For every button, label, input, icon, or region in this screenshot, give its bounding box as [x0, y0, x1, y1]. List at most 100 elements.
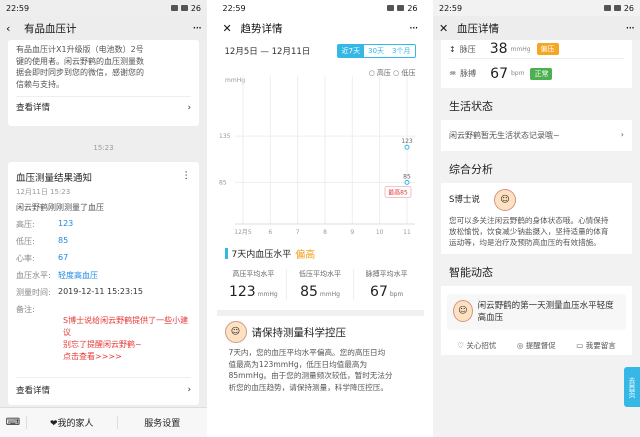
wifi-icon — [180, 5, 188, 11]
life-title: 生活状态 — [449, 100, 493, 113]
y-tick-label: 85 — [219, 179, 227, 186]
intro-line: 信赖与支持。 — [16, 79, 64, 89]
life-card[interactable]: 闲云野鹤暂无生活状态记录哦~ › — [441, 120, 632, 151]
status-badge: 偏压 — [536, 43, 559, 55]
home-tab[interactable]: 去首页 — [624, 367, 640, 407]
menu-family[interactable]: ❤我的家人 — [26, 416, 117, 429]
notice-date: 12月11日 15:23 — [16, 188, 71, 196]
dynamic-card: ☺ 闲云野鹤的第一天测量血压水平轻度高血压 ♡ 关心招忧 ◎ 提醒督促 ▭ 我要… — [441, 286, 632, 355]
message-button[interactable]: ▭ 我要留言 — [576, 340, 615, 351]
chevron-right-icon: › — [187, 103, 191, 113]
x-tick-label: 9 — [350, 229, 354, 236]
field-row: 血压水平: 轻度高血压 — [16, 271, 98, 280]
phone-detail: 22:59 26 ✕ 血压详情 ··· ↕ 脉压 38 mmHg 偏压 ♒ 脉搏… — [433, 0, 640, 437]
view-detail-link[interactable]: 查看详情 › — [16, 377, 191, 396]
advice-title: 请保持测量科学控压 — [251, 326, 347, 339]
signal-icon — [170, 5, 178, 11]
analysis-title: 综合分析 — [449, 163, 493, 176]
chat-title: 有品血压计 — [24, 22, 77, 35]
detail-header: ✕ 血压详情 ··· — [433, 16, 640, 40]
section-title: 7天内血压水平 — [231, 250, 292, 260]
avg-high: 高压平均水平 123 mmHg — [228, 270, 278, 300]
signal-icon — [603, 5, 611, 11]
y-unit-label: mmHg — [225, 77, 245, 84]
averages: 高压平均水平 123 mmHg 低压平均水平 85 mmHg 脉搏平均水平 67 bpm — [217, 267, 424, 302]
intro-line: 有品血压计X1升级版（电池数）2号 — [16, 45, 144, 54]
chat-header: ‹ 有品血压计 ··· — [0, 16, 207, 40]
detail-title: 血压详情 — [457, 22, 499, 35]
remark-text[interactable]: S博士说给闲云野鹤提供了一些小建 议 别忘了提醒闲云野鹤~ 点击查看>>>> — [63, 315, 191, 363]
doctor-avatar: ☺ — [224, 321, 247, 343]
max-tooltip-label: 最高85 — [388, 188, 408, 196]
wifi-icon — [397, 5, 405, 11]
notice-card: 血压测量结果通知 ⋮ 12月11日 15:23 闲云野鹤刚刚测量了血压 高压: 12… — [8, 162, 199, 405]
status-bar: 22:59 26 — [433, 0, 640, 16]
battery-level: 26 — [407, 3, 418, 13]
more-icon[interactable]: ··· — [409, 21, 419, 35]
more-icon[interactable]: ··· — [193, 21, 203, 35]
level-label: 偏高 — [295, 250, 316, 261]
heartbeat-icon: ♒ — [449, 69, 457, 78]
care-button[interactable]: ♡ 关心招忧 — [457, 340, 496, 351]
dynamic-text: 闲云野鹤的第一天测量血压水平轻度高血压 — [477, 301, 614, 323]
x-tick-label: 11 — [403, 229, 411, 236]
time-divider: 15:23 — [93, 144, 114, 152]
x-tick-label: 8 — [323, 229, 327, 236]
chevron-right-icon: › — [620, 130, 624, 139]
metric-row: ♒ 脉搏 67 bpm 正常 — [449, 58, 624, 88]
more-icon[interactable]: ··· — [626, 21, 636, 35]
tab-3months[interactable]: 3个月 — [388, 45, 414, 57]
intro-line: 键的使用者。闲云野鹤的血压测量数 — [16, 56, 144, 66]
trend-title: 趋势详情 — [240, 22, 283, 35]
date-range: 12月5日 — 12月11日 — [224, 47, 311, 57]
field-row: 低压: 85 — [16, 236, 69, 246]
phone-trend: 22:59 26 ✕ 趋势详情 ··· 12月5日 — 12月11日 近7天 3… — [216, 0, 424, 437]
x-tick-label: 12月5 — [234, 229, 252, 236]
close-icon[interactable]: ✕ — [439, 22, 453, 35]
x-tick-label: 10 — [375, 229, 383, 236]
chart-legend: ○ 高压 ○ 低压 — [369, 68, 416, 78]
expert-card: S博士说 ☺ 您可以多关注闲云野鹤的身体状态哦。心情保持 放松愉悦，饮食减少钠盐摄… — [441, 183, 632, 254]
trend-chart: mmHg 12月5 6 7 8 9 10 11 85 135 123 85 最高85 ○ 高压 ○ 低压 — [217, 62, 424, 240]
range-tabs: 近7天 30天 3个月 — [336, 44, 416, 58]
menu-service[interactable]: 服务设置 — [116, 416, 208, 429]
signal-icon — [387, 5, 395, 11]
status-time: 22:59 — [439, 3, 463, 13]
expert-name: S博士说 — [449, 194, 480, 205]
data-label: 123 — [401, 138, 413, 145]
trend-header: ✕ 趋势详情 ··· — [216, 16, 424, 40]
x-tick-label: 7 — [295, 229, 299, 236]
battery-level: 26 — [623, 3, 634, 13]
status-time: 22:59 — [6, 3, 30, 13]
close-icon[interactable]: ✕ — [223, 22, 237, 35]
data-point — [404, 144, 409, 150]
back-icon[interactable]: ‹ — [6, 22, 20, 35]
remind-button[interactable]: ◎ 提醒督促 — [517, 340, 556, 351]
tab-30days[interactable]: 30天 — [364, 45, 388, 57]
intro-line: 据会即时同步到您的微信，感谢您的 — [16, 68, 144, 77]
more-vertical-icon[interactable]: ⋮ — [182, 170, 192, 184]
status-time: 22:59 — [222, 3, 246, 13]
field-row: 备注: — [16, 305, 35, 314]
field-row: 测量时间: 2019-12-11 15:23:15 — [16, 287, 143, 297]
y-tick-label: 135 — [219, 133, 231, 140]
bottom-menu: ⌨ ❤我的家人 服务设置 — [0, 407, 207, 437]
status-bar: 22:59 26 — [0, 0, 207, 16]
level-section: 7天内血压水平 偏高 — [217, 240, 424, 267]
field-row: 高压: 123 — [16, 219, 74, 229]
status-badge: 正常 — [530, 67, 553, 80]
avg-low: 低压平均水平 85 mmHg — [286, 269, 353, 300]
view-detail-link[interactable]: 查看详情 › — [16, 96, 191, 115]
phone-chat: 22:59 26 ‹ 有品血压计 ··· 有品血压计X1升级版（电池数）2号 键… — [0, 0, 207, 437]
legend-high: ○ 高压 — [368, 69, 391, 77]
battery-level: 26 — [190, 3, 201, 13]
range-row: 12月5日 — 12月11日 近7天 30天 3个月 — [217, 40, 424, 62]
x-tick-label: 6 — [268, 229, 272, 236]
metrics-card: ↕ 脉压 38 mmHg 偏压 ♒ 脉搏 67 bpm 正常 — [441, 40, 632, 88]
intro-card: 有品血压计X1升级版（电池数）2号 键的使用者。闲云野鹤的血压测量数 据会即时同… — [8, 40, 199, 126]
tab-7days[interactable]: 近7天 — [337, 45, 365, 57]
keyboard-icon[interactable]: ⌨ — [0, 417, 26, 428]
avg-pulse: 脉搏平均水平 67 bpm — [352, 269, 420, 300]
pulse-pressure-icon: ↕ — [449, 44, 456, 54]
status-bar: 22:59 26 — [217, 0, 424, 16]
